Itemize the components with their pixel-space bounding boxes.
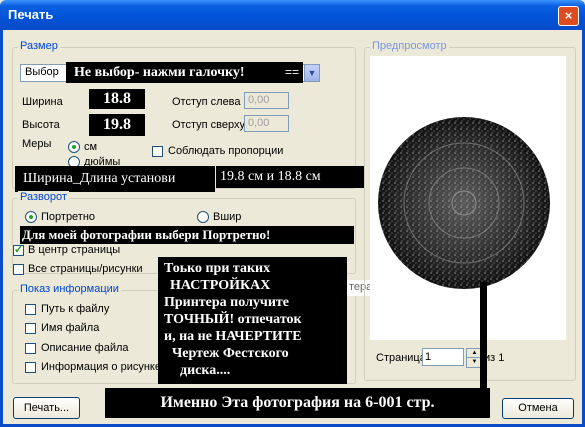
keep-proportions-label: Соблюдать пропорции <box>168 145 284 157</box>
portrait-label: Портретно <box>41 211 96 223</box>
preview-legend: Предпросмотр <box>370 40 449 52</box>
info-legend: Показ информации <box>18 283 121 295</box>
big-annotation-line: Принтера получите <box>164 295 289 310</box>
big-annotation-line: ТОЧНЫЙ! отпечаток <box>164 312 302 327</box>
big-annotation: Тоько при таких НАСТРОЙКАХ Принтера полу… <box>158 257 347 384</box>
landscape-label: Вшир <box>213 211 242 223</box>
big-annotation-line: Тоько при таких <box>164 261 271 276</box>
close-button[interactable]: × <box>558 6 579 26</box>
big-annotation-line: НАСТРОЙКАХ <box>170 278 271 293</box>
file-name-label: Имя файла <box>41 322 100 334</box>
unit-cm-label: см <box>84 141 98 153</box>
width-label: Ширина <box>22 96 63 108</box>
big-annotation-line: и, на не НАЧЕРТИТЕ <box>164 329 302 344</box>
margin-top-label: Отступ сверху <box>172 119 245 131</box>
center-page-label: В центр страницы <box>28 244 121 256</box>
size-annotation-left: Ширина_Длина установи <box>15 166 215 192</box>
file-description-label: Описание файла <box>41 342 129 354</box>
height-input[interactable]: 19.8 <box>89 114 145 136</box>
image-info-checkbox[interactable] <box>25 362 36 373</box>
all-pages-checkbox[interactable] <box>13 264 24 275</box>
title-bar <box>0 0 585 30</box>
orientation-legend: Разворот <box>18 191 69 203</box>
portrait-radio[interactable] <box>25 211 37 223</box>
units-label: Меры <box>22 138 52 150</box>
print-button[interactable]: Печать... <box>13 397 80 419</box>
pointer-line <box>480 282 487 392</box>
file-path-checkbox[interactable] <box>25 304 36 315</box>
preview-disc-image <box>378 117 550 289</box>
big-annotation-line: Чертеж Фестского <box>172 346 289 361</box>
preset-arrow-marks: == <box>285 65 300 79</box>
image-info-label: Информация о рисунке <box>41 361 161 373</box>
window-title: Печать <box>8 7 54 22</box>
close-icon: × <box>564 8 573 23</box>
size-preset-value: Выбор <box>25 66 59 78</box>
unit-cm-radio[interactable] <box>68 141 80 153</box>
file-name-checkbox[interactable] <box>25 323 36 334</box>
page-label: Страница <box>376 352 426 364</box>
keep-proportions-checkbox[interactable] <box>152 146 163 157</box>
margin-top-input[interactable]: 0,00 <box>244 115 289 132</box>
big-annotation-line: диска.... <box>180 363 231 378</box>
orientation-annotation: Для моей фотографии выбери Портретно! <box>20 226 354 244</box>
size-group-legend: Размер <box>18 40 60 52</box>
chevron-down-icon[interactable]: ▼ <box>304 64 320 82</box>
cancel-button[interactable]: Отмена <box>502 398 574 419</box>
landscape-radio[interactable] <box>197 211 209 223</box>
preset-annotation: Не выбор- нажми галочку! <box>66 62 303 83</box>
height-label: Высота <box>22 119 60 131</box>
file-description-checkbox[interactable] <box>25 343 36 354</box>
preview-canvas <box>370 56 566 340</box>
center-page-checkbox[interactable] <box>13 243 24 256</box>
page-input[interactable]: 1 <box>422 348 464 366</box>
size-annotation-right: 19.8 см и 18.8 см <box>216 166 364 188</box>
all-pages-label: Все страницы/рисунки <box>28 263 143 275</box>
page-count-label: из 1 <box>484 352 505 364</box>
margin-left-label: Отступ слева <box>172 96 241 108</box>
file-path-label: Путь к файлу <box>41 303 110 315</box>
margin-left-input[interactable]: 0,00 <box>244 92 289 109</box>
width-input[interactable]: 18.8 <box>89 89 145 109</box>
window-frame-left <box>0 30 3 427</box>
bottom-annotation: Именно Эта фотография на 6-001 стр. <box>105 388 490 418</box>
